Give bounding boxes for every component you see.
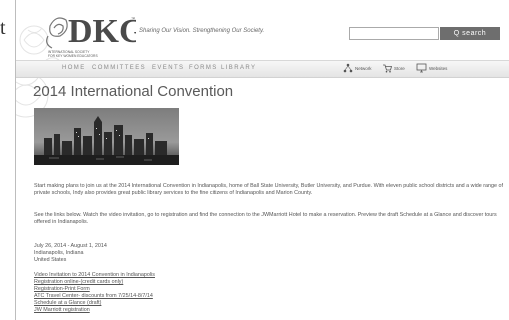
nav-events[interactable]: EVENTS: [152, 65, 184, 71]
monitor-icon: [416, 63, 427, 73]
intro-paragraph: Start making plans to join us at the 201…: [34, 183, 504, 197]
nav-committees[interactable]: COMMITTEES: [92, 65, 146, 71]
link-travel-center[interactable]: ATC Travel Center- discounts from 7/25/1…: [34, 293, 155, 300]
link-registration-print[interactable]: Registration-Print Form: [34, 286, 155, 293]
main-nav: HOME COMMITTEES EVENTS FORMS LIBRARY Net…: [16, 60, 509, 78]
cropped-edge-character: t: [0, 17, 6, 39]
nav-home[interactable]: HOME: [62, 65, 86, 71]
page-title: 2014 International Convention: [33, 83, 234, 100]
tagline: Sharing Our Vision. Strengthening Our So…: [139, 28, 265, 34]
logo-text: DKG: [68, 13, 136, 50]
dkg-logo[interactable]: DKG ™ INTERNATIONAL SOCIETY FOR KEY WOME…: [40, 6, 136, 62]
cart-icon: [383, 64, 392, 73]
nav-forms[interactable]: FORMS: [189, 65, 218, 71]
store-label: Store: [394, 65, 405, 71]
websites-label: Websites: [429, 65, 448, 71]
link-schedule[interactable]: Schedule at a Glance (draft): [34, 300, 155, 307]
event-dates: July 26, 2014 - August 1, 2014: [34, 243, 107, 249]
network-icon: [343, 63, 353, 73]
network-label: Network: [355, 65, 372, 71]
websites-link[interactable]: Websites: [416, 63, 447, 73]
store-link[interactable]: Store: [382, 63, 405, 73]
link-jw-marriott[interactable]: JW Marriott registration: [34, 307, 155, 314]
indianapolis-skyline-photo: [34, 108, 179, 165]
page: DKG ™ INTERNATIONAL SOCIETY FOR KEY WOME…: [16, 0, 509, 320]
logo-tm: ™: [131, 16, 135, 21]
search-input[interactable]: [349, 27, 439, 40]
search-button[interactable]: Q search: [440, 27, 500, 40]
event-details: July 26, 2014 - August 1, 2014 Indianapo…: [34, 243, 107, 263]
link-registration-online[interactable]: Registration online-(credit cards only): [34, 279, 155, 286]
event-city: Indianapolis, Indiana: [34, 249, 84, 256]
link-video-invitation[interactable]: Video Invitation to 2014 Convention in I…: [34, 272, 155, 279]
convention-links: Video Invitation to 2014 Convention in I…: [34, 272, 155, 314]
event-country: United States: [34, 256, 67, 263]
logo-subtitle-2: FOR KEY WOMEN EDUCATORS: [48, 54, 98, 58]
nav-library[interactable]: LIBRARY: [221, 65, 256, 71]
network-link[interactable]: Network: [343, 63, 372, 73]
instructions-paragraph: See the links below. Watch the video inv…: [34, 212, 497, 226]
